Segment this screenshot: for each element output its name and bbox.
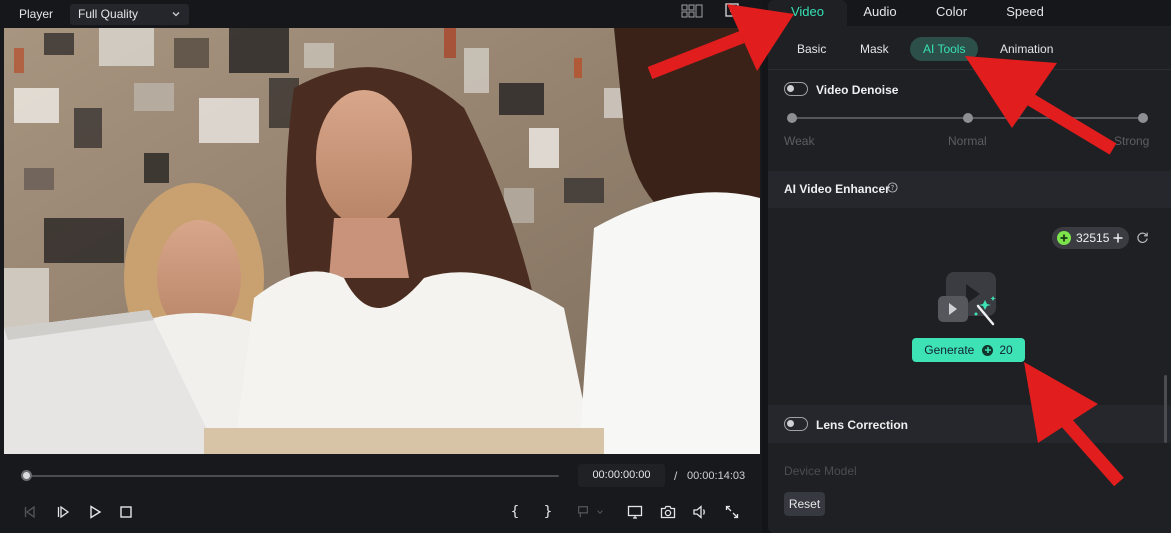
subtab-mask[interactable]: Mask (847, 37, 902, 61)
generate-button[interactable]: Generate 20 (912, 338, 1025, 362)
credits-value: 32515 (1076, 231, 1110, 245)
snapshot-button[interactable] (659, 503, 677, 521)
marker-dropdown[interactable] (571, 503, 609, 521)
play-icon (90, 505, 102, 519)
credit-coin-icon (1057, 231, 1071, 245)
prev-frame-button[interactable] (21, 503, 39, 521)
fullscreen-preview-icon[interactable] (724, 2, 740, 18)
tab-audio[interactable]: Audio (847, 0, 913, 26)
marker-icon (578, 506, 588, 518)
playback-controls: { } (0, 497, 762, 527)
tabs-divider (768, 69, 1171, 70)
mark-in-button[interactable]: { (506, 503, 524, 521)
denoise-slider-stop-weak[interactable] (787, 113, 797, 123)
denoise-toggle[interactable] (784, 82, 808, 96)
properties-panel: Video Audio Color Speed Basic Mask AI To… (768, 0, 1171, 533)
subtab-basic[interactable]: Basic (784, 37, 839, 61)
subtab-ai-tools[interactable]: AI Tools (910, 37, 979, 61)
denoise-slider-stop-normal[interactable] (963, 113, 973, 123)
chevron-down-icon (597, 510, 603, 514)
display-button[interactable] (626, 503, 644, 521)
video-preview[interactable] (4, 28, 760, 454)
play-frame-button[interactable] (54, 503, 72, 521)
quality-value: Full Quality (78, 7, 139, 21)
denoise-level-weak: Weak (784, 134, 815, 148)
expand-icon (725, 505, 739, 519)
player-label: Player (19, 7, 54, 21)
svg-text:?: ? (891, 184, 895, 192)
prev-frame-icon (24, 505, 35, 519)
refresh-icon[interactable] (1136, 231, 1149, 244)
stop-icon (120, 506, 132, 518)
enhancer-title: AI Video Enhancer (784, 182, 890, 196)
play-frame-icon (57, 505, 70, 519)
player-toolbar: Player Full Quality (0, 0, 762, 28)
chevron-down-icon (172, 12, 180, 17)
credit-coin-icon (982, 344, 994, 356)
tab-video[interactable]: Video (768, 0, 847, 26)
sub-tabs: Basic Mask AI Tools Animation (768, 36, 1171, 62)
stop-button[interactable] (117, 503, 135, 521)
generate-cost: 20 (999, 343, 1013, 357)
panel-scrollbar[interactable] (1164, 375, 1167, 443)
plus-icon[interactable] (1113, 233, 1123, 243)
current-time[interactable]: 00:00:00:00 (578, 464, 665, 487)
video-frame-image (4, 28, 760, 454)
denoise-level-normal: Normal (948, 134, 987, 148)
grid-view-icon[interactable] (681, 3, 703, 19)
denoise-slider-stop-strong[interactable] (1138, 113, 1148, 123)
scrubber-handle[interactable] (21, 470, 32, 481)
total-time: 00:00:14:03 (687, 470, 746, 482)
play-button[interactable] (86, 503, 104, 521)
timeline-scrubber[interactable] (26, 475, 559, 477)
denoise-header: Video Denoise (768, 71, 1171, 107)
player-panel: Player Full Quality 00:00:00:00 / 00:00:… (0, 0, 762, 533)
help-icon[interactable]: ? (887, 182, 898, 193)
denoise-title: Video Denoise (816, 83, 899, 97)
volume-icon (693, 505, 705, 519)
device-model-label: Device Model (784, 464, 857, 478)
credits-balance[interactable]: 32515 (1052, 227, 1129, 249)
lens-title: Lens Correction (816, 418, 909, 432)
display-icon (627, 505, 643, 519)
time-separator: / (674, 469, 678, 483)
lens-header: Lens Correction (768, 405, 1171, 443)
main-tabs: Video Audio Color Speed (768, 0, 1171, 26)
tab-color[interactable]: Color (913, 0, 990, 26)
generate-label: Generate (924, 343, 975, 357)
lens-toggle[interactable] (784, 417, 808, 431)
reset-button[interactable]: Reset (784, 492, 825, 516)
snapshot-icon (660, 505, 676, 519)
expand-button[interactable] (723, 503, 741, 521)
subtab-animation[interactable]: Animation (987, 37, 1066, 61)
panel-footer: Reset (768, 478, 1171, 533)
quality-dropdown[interactable]: Full Quality (70, 3, 190, 25)
volume-button[interactable] (691, 503, 709, 521)
mark-out-button[interactable]: } (539, 503, 557, 521)
progress-row: 00:00:00:00 / 00:00:14:03 (0, 455, 762, 497)
tab-speed[interactable]: Speed (990, 0, 1060, 26)
ai-enhance-icon (938, 272, 996, 326)
denoise-level-strong: Strong (1114, 134, 1150, 148)
